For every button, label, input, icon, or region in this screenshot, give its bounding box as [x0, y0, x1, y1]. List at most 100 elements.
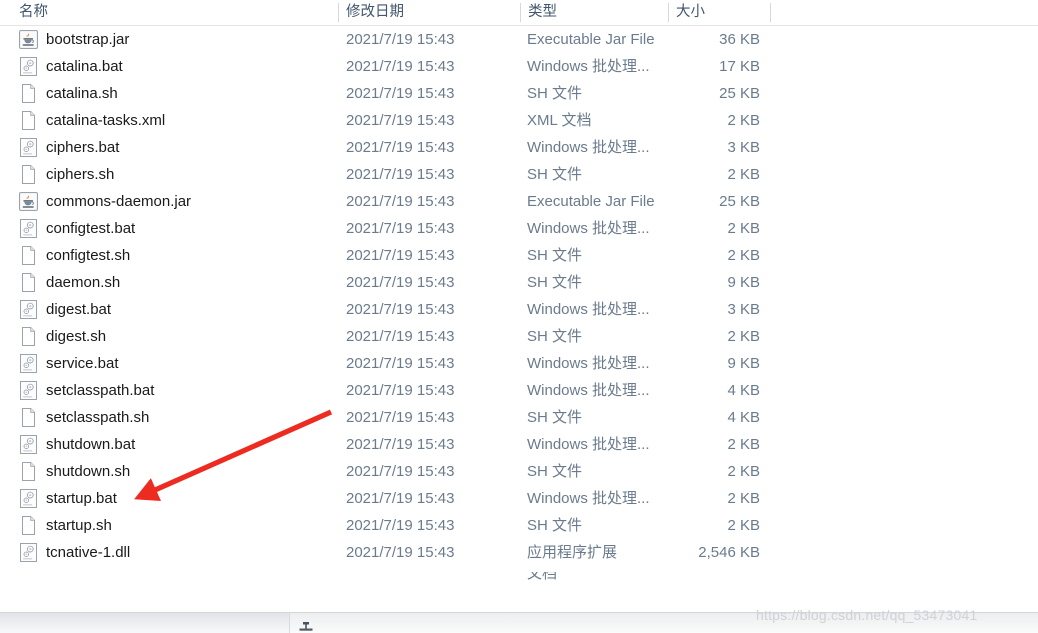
- column-header-name[interactable]: 名称: [19, 0, 319, 25]
- file-date-modified: 2021/7/19 15:43: [346, 193, 455, 210]
- file-row[interactable]: ciphers.bat 2021/7/19 15:43 Windows 批处理...…: [0, 134, 1038, 161]
- clipped-row: 文档: [0, 572, 1038, 586]
- file-size: 9 KB: [727, 274, 760, 291]
- file-size: 2 KB: [727, 463, 760, 480]
- generic-file-icon: [19, 273, 38, 292]
- file-list[interactable]: bootstrap.jar 2021/7/19 15:43 Executable J…: [0, 26, 1038, 586]
- file-name[interactable]: shutdown.bat: [46, 431, 326, 458]
- file-size: 2 KB: [727, 112, 760, 129]
- batch-file-icon: [19, 489, 38, 508]
- file-row[interactable]: shutdown.sh 2021/7/19 15:43 SH 文件 2 KB: [0, 458, 1038, 485]
- generic-file-icon: [19, 327, 38, 346]
- file-name[interactable]: ciphers.bat: [46, 134, 326, 161]
- file-name[interactable]: digest.sh: [46, 323, 326, 350]
- file-row[interactable]: startup.bat 2021/7/19 15:43 Windows 批处理...…: [0, 485, 1038, 512]
- clipped-row-type: 文档: [527, 572, 558, 582]
- file-type: SH 文件: [527, 274, 583, 291]
- file-name[interactable]: bootstrap.jar: [46, 26, 326, 53]
- file-name[interactable]: startup.bat: [46, 485, 326, 512]
- file-name[interactable]: commons-daemon.jar: [46, 188, 326, 215]
- file-date-modified: 2021/7/19 15:43: [346, 112, 455, 129]
- file-type: Executable Jar File: [527, 31, 655, 48]
- file-name[interactable]: setclasspath.bat: [46, 377, 326, 404]
- generic-file-icon: [19, 165, 38, 184]
- watermark-text: https://blog.csdn.net/qq_53473041: [756, 607, 978, 623]
- file-size: 36 KB: [719, 31, 760, 48]
- file-row[interactable]: configtest.sh 2021/7/19 15:43 SH 文件 2 KB: [0, 242, 1038, 269]
- file-row[interactable]: catalina-tasks.xml 2021/7/19 15:43 XML 文档 2…: [0, 107, 1038, 134]
- file-date-modified: 2021/7/19 15:43: [346, 58, 455, 75]
- file-name[interactable]: configtest.bat: [46, 215, 326, 242]
- column-header-type[interactable]: 类型: [528, 0, 658, 25]
- file-date-modified: 2021/7/19 15:43: [346, 544, 455, 561]
- batch-file-icon: [19, 435, 38, 454]
- generic-file-icon: [19, 408, 38, 427]
- file-name[interactable]: catalina-tasks.xml: [46, 107, 326, 134]
- file-type: SH 文件: [527, 85, 583, 102]
- file-row[interactable]: commons-daemon.jar 2021/7/19 15:43 Executa…: [0, 188, 1038, 215]
- file-size: 2,546 KB: [698, 544, 760, 561]
- file-date-modified: 2021/7/19 15:43: [346, 355, 455, 372]
- file-name[interactable]: ciphers.sh: [46, 161, 326, 188]
- file-row[interactable]: setclasspath.sh 2021/7/19 15:43 SH 文件 4 KB: [0, 404, 1038, 431]
- file-size: 2 KB: [727, 517, 760, 534]
- file-date-modified: 2021/7/19 15:43: [346, 247, 455, 264]
- file-name[interactable]: setclasspath.sh: [46, 404, 326, 431]
- file-row[interactable]: ciphers.sh 2021/7/19 15:43 SH 文件 2 KB: [0, 161, 1038, 188]
- file-date-modified: 2021/7/19 15:43: [346, 463, 455, 480]
- column-divider-type[interactable]: [668, 3, 669, 22]
- file-explorer-window: 名称 修改日期 类型 大小 bootstrap.jar 2021/7/19 15:…: [0, 0, 1038, 633]
- file-date-modified: 2021/7/19 15:43: [346, 409, 455, 426]
- generic-file-icon: [19, 84, 38, 103]
- file-row[interactable]: catalina.bat 2021/7/19 15:43 Windows 批处理..…: [0, 53, 1038, 80]
- column-divider-date[interactable]: [520, 3, 521, 22]
- file-size: 2 KB: [727, 490, 760, 507]
- file-date-modified: 2021/7/19 15:43: [346, 436, 455, 453]
- file-type: Windows 批处理...: [527, 436, 650, 453]
- file-size: 4 KB: [727, 382, 760, 399]
- file-name[interactable]: digest.bat: [46, 296, 326, 323]
- file-row[interactable]: bootstrap.jar 2021/7/19 15:43 Executable J…: [0, 26, 1038, 53]
- file-type: SH 文件: [527, 517, 583, 534]
- column-divider-size[interactable]: [770, 3, 771, 22]
- column-header-date-modified[interactable]: 修改日期: [346, 0, 511, 25]
- column-header-size[interactable]: 大小: [676, 0, 761, 25]
- file-type: Windows 批处理...: [527, 355, 650, 372]
- file-row[interactable]: digest.sh 2021/7/19 15:43 SH 文件 2 KB: [0, 323, 1038, 350]
- file-size: 2 KB: [727, 436, 760, 453]
- file-size: 2 KB: [727, 166, 760, 183]
- file-name[interactable]: service.bat: [46, 350, 326, 377]
- file-type: Windows 批处理...: [527, 382, 650, 399]
- file-row[interactable]: startup.sh 2021/7/19 15:43 SH 文件 2 KB: [0, 512, 1038, 539]
- file-row[interactable]: configtest.bat 2021/7/19 15:43 Windows 批处理…: [0, 215, 1038, 242]
- file-name[interactable]: configtest.sh: [46, 242, 326, 269]
- file-type: SH 文件: [527, 328, 583, 345]
- file-type: Windows 批处理...: [527, 58, 650, 75]
- file-row[interactable]: tcnative-1.dll 2021/7/19 15:43 应用程序扩展 2,546…: [0, 539, 1038, 566]
- file-type: Windows 批处理...: [527, 139, 650, 156]
- file-name[interactable]: tcnative-1.dll: [46, 539, 326, 566]
- file-type: Windows 批处理...: [527, 490, 650, 507]
- file-name[interactable]: shutdown.sh: [46, 458, 326, 485]
- file-name[interactable]: daemon.sh: [46, 269, 326, 296]
- batch-file-icon: [19, 354, 38, 373]
- file-row[interactable]: shutdown.bat 2021/7/19 15:43 Windows 批处理..…: [0, 431, 1038, 458]
- file-row[interactable]: daemon.sh 2021/7/19 15:43 SH 文件 9 KB: [0, 269, 1038, 296]
- file-name[interactable]: startup.sh: [46, 512, 326, 539]
- file-row[interactable]: setclasspath.bat 2021/7/19 15:43 Windows 批…: [0, 377, 1038, 404]
- file-row[interactable]: digest.bat 2021/7/19 15:43 Windows 批处理... 3…: [0, 296, 1038, 323]
- file-row[interactable]: catalina.sh 2021/7/19 15:43 SH 文件 25 KB: [0, 80, 1038, 107]
- file-type: 应用程序扩展: [527, 544, 618, 561]
- file-date-modified: 2021/7/19 15:43: [346, 31, 455, 48]
- file-size: 2 KB: [727, 328, 760, 345]
- generic-file-icon: [19, 462, 38, 481]
- file-size: 2 KB: [727, 247, 760, 264]
- file-date-modified: 2021/7/19 15:43: [346, 220, 455, 237]
- file-type: SH 文件: [527, 247, 583, 264]
- column-divider-name[interactable]: [338, 3, 339, 22]
- file-date-modified: 2021/7/19 15:43: [346, 139, 455, 156]
- file-name[interactable]: catalina.bat: [46, 53, 326, 80]
- file-name[interactable]: catalina.sh: [46, 80, 326, 107]
- file-row[interactable]: service.bat 2021/7/19 15:43 Windows 批处理...…: [0, 350, 1038, 377]
- taskbar-app-icon[interactable]: [299, 622, 313, 632]
